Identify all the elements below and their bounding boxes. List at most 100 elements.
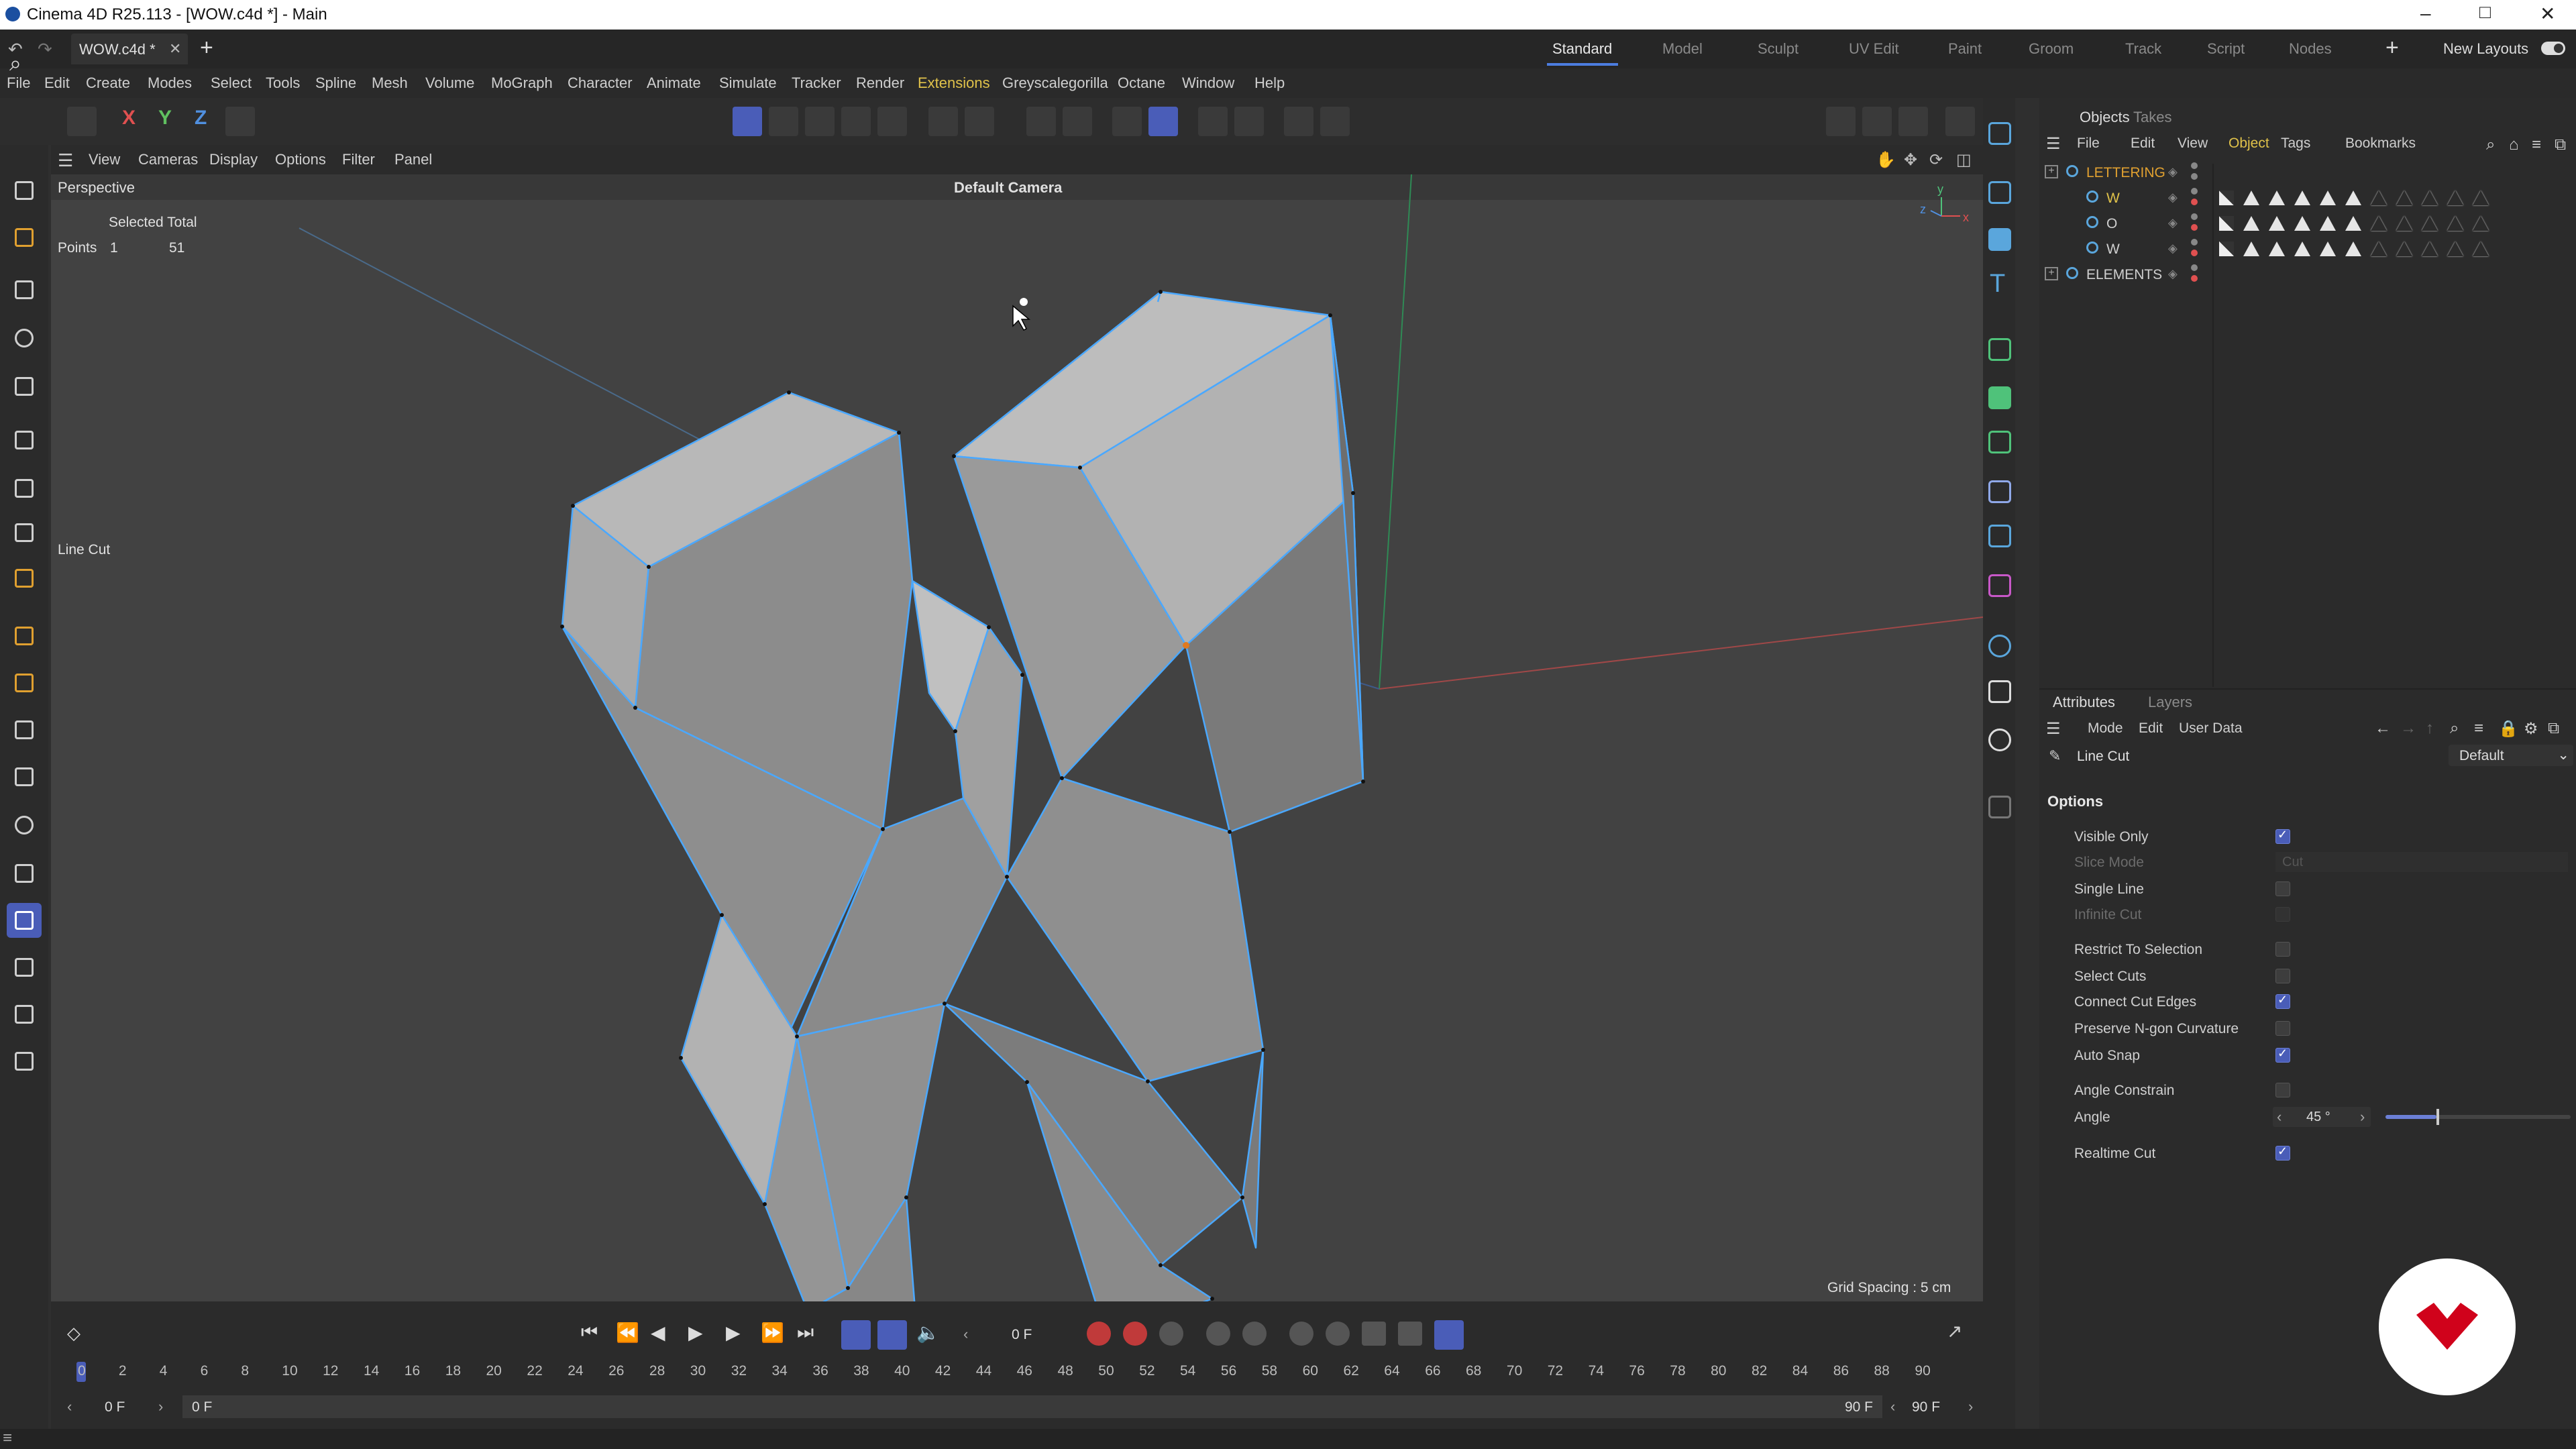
editor-visibility-dot[interactable] (2191, 188, 2198, 195)
line-cut-tool[interactable] (7, 903, 42, 938)
render-settings-button[interactable] (1945, 107, 1975, 136)
chevron-right-icon[interactable]: › (158, 1398, 163, 1415)
z-axis-lock[interactable]: Z (195, 107, 207, 129)
layer-icon[interactable]: ◈ (2168, 241, 2178, 256)
om-menu-edit[interactable]: Edit (2131, 136, 2155, 152)
auto-key-button[interactable] (1320, 107, 1350, 136)
brush-tool[interactable] (7, 950, 42, 985)
object-name[interactable]: W (2106, 191, 2120, 207)
measure-tool[interactable] (7, 997, 42, 1032)
search-icon[interactable]: ⌕ (2486, 136, 2495, 154)
undo-history-button[interactable] (67, 107, 97, 136)
mograph-effector-icon[interactable] (1988, 386, 2011, 409)
om-menu-bookmarks[interactable]: Bookmarks (2345, 136, 2416, 152)
mograph-cloner-icon[interactable] (1988, 338, 2011, 361)
object-name[interactable]: LETTERING (2086, 165, 2165, 181)
attr-menu-edit[interactable]: Edit (2139, 720, 2163, 737)
checkbox[interactable] (2275, 881, 2290, 896)
material-tag-icon[interactable] (2320, 241, 2336, 256)
object-name[interactable]: W (2106, 241, 2120, 258)
checkbox[interactable] (2275, 969, 2290, 983)
object-row[interactable]: O ◈ (2039, 213, 2576, 237)
timeline-ruler[interactable]: 0 2 4 6 8 10 12 14 16 18 20 22 24 26 28 30 32 34 36 38 40 42 4… (76, 1359, 1955, 1386)
render-visibility-dot[interactable] (2191, 250, 2198, 256)
menu-character[interactable]: Character (568, 74, 633, 92)
chevron-right-icon[interactable]: › (2360, 1108, 2365, 1126)
light-object-icon[interactable] (1988, 729, 2011, 751)
camera-tool[interactable] (7, 759, 42, 794)
menu-octane[interactable]: Octane (1118, 74, 1165, 92)
layout-toggle[interactable] (2541, 42, 2565, 55)
checkbox[interactable] (2275, 828, 2290, 844)
layout-tab-standard[interactable]: Standard (1552, 40, 1612, 58)
menu-simulate[interactable]: Simulate (719, 74, 777, 92)
material-tag-icon[interactable] (2422, 191, 2438, 205)
go-to-end-icon[interactable]: ⏭ (797, 1322, 814, 1344)
volume-icon[interactable] (1988, 525, 2011, 547)
rotation-key-button[interactable] (1242, 1322, 1267, 1346)
menu-volume[interactable]: Volume (425, 74, 474, 92)
chevron-left-icon[interactable]: ‹ (963, 1326, 968, 1343)
phong-tag-icon[interactable] (2219, 241, 2234, 256)
object-row[interactable]: W ◈ (2039, 239, 2576, 263)
material-tag-icon[interactable] (2243, 241, 2259, 256)
material-tag-icon[interactable] (2396, 191, 2412, 205)
scale-key-button[interactable] (1289, 1322, 1313, 1346)
menu-file[interactable]: File (7, 74, 30, 92)
maximize-view-icon[interactable]: ◫ (1956, 150, 1972, 170)
viewport-menu-filter[interactable]: Filter (342, 151, 375, 168)
object-row[interactable]: + ELEMENTS ◈ (2039, 264, 2576, 288)
spline-smooth-tool[interactable] (7, 515, 42, 550)
material-tag-icon[interactable] (2269, 241, 2285, 256)
om-menu-object[interactable]: Object (2229, 136, 2269, 152)
tab-layers[interactable]: Layers (2148, 694, 2192, 711)
hamburger-icon[interactable]: ☰ (2046, 719, 2061, 739)
material-tag-icon[interactable] (2294, 216, 2310, 231)
coordinate-system-button[interactable] (225, 107, 255, 136)
move-tool[interactable] (7, 272, 42, 307)
environment-icon[interactable] (1988, 635, 2011, 657)
light-tool[interactable] (7, 808, 42, 843)
object-row[interactable]: W ◈ (2039, 188, 2576, 212)
material-tag-icon[interactable] (2396, 216, 2412, 231)
previous-frame-icon[interactable]: ◀ (651, 1322, 665, 1344)
material-tag-icon[interactable] (2447, 241, 2463, 256)
editor-visibility-dot[interactable] (2191, 264, 2198, 271)
lock-icon[interactable]: 🔒 (2498, 719, 2518, 739)
layout-tab-uv-edit[interactable]: UV Edit (1849, 40, 1899, 58)
tab-takes[interactable]: Takes (2133, 109, 2171, 126)
loop-button[interactable] (841, 1320, 871, 1350)
material-tag-icon[interactable] (2371, 216, 2387, 231)
timeline-expand-icon[interactable]: ↗ (1947, 1320, 1962, 1342)
attr-menu-mode[interactable]: Mode (2088, 720, 2123, 737)
keyframe-diamond-icon[interactable]: ◇ (67, 1323, 80, 1344)
autokey-button[interactable] (1123, 1322, 1147, 1346)
render-view-button[interactable] (1284, 107, 1313, 136)
edges-mode-button[interactable] (805, 107, 835, 136)
menu-create[interactable]: Create (86, 74, 130, 92)
add-layout-icon[interactable]: + (2385, 35, 2399, 61)
next-frame-icon[interactable]: ▶ (726, 1322, 741, 1344)
material-tag-icon[interactable] (2345, 216, 2361, 231)
chevron-right-icon[interactable]: › (1968, 1398, 1973, 1415)
viewport-menu-panel[interactable]: Panel (394, 151, 432, 168)
render-visibility-dot[interactable] (2191, 275, 2198, 282)
render-visibility-dot[interactable] (2191, 224, 2198, 231)
material-tag-icon[interactable] (2422, 216, 2438, 231)
new-window-icon[interactable]: ⧉ (2555, 136, 2566, 154)
bend-deformer-tool[interactable] (7, 712, 42, 747)
solo-button[interactable] (965, 107, 994, 136)
material-tag-icon[interactable] (2345, 191, 2361, 205)
motion-path-button[interactable] (1398, 1322, 1422, 1346)
live-selection-tool[interactable] (7, 173, 42, 208)
position-key-button[interactable] (1206, 1322, 1230, 1346)
menu-help[interactable]: Help (1254, 74, 1285, 92)
menu-tools[interactable]: Tools (266, 74, 300, 92)
next-key-icon[interactable]: ⏩ (761, 1322, 784, 1344)
knife-tool[interactable] (7, 856, 42, 891)
previous-key-icon[interactable]: ⏪ (616, 1322, 639, 1344)
scale-tool[interactable] (7, 369, 42, 404)
object-name[interactable]: O (2106, 216, 2117, 232)
pan-view-icon[interactable]: ✋ (1876, 150, 1896, 170)
layout-tab-track[interactable]: Track (2125, 40, 2161, 58)
